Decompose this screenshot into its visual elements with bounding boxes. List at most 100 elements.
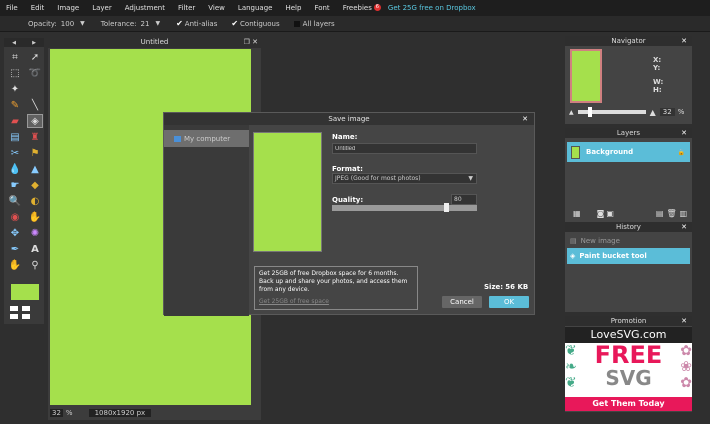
layer-styles-icon[interactable]: ▣ [606, 209, 614, 218]
foreground-color-swatch[interactable] [11, 284, 39, 300]
dodge-tool-icon[interactable]: 🔍 [7, 194, 23, 208]
navigator-zoom-value[interactable]: 32 [659, 108, 675, 116]
smudge-tool-icon[interactable]: ☛ [7, 178, 23, 192]
move-tool-icon[interactable]: ➚ [27, 50, 43, 64]
ok-button[interactable]: OK [489, 296, 529, 308]
layers-panel: Layers ✕ Background 🔒 ▦ ◙ ▣ ▤ 🗑 ▥ [565, 128, 692, 222]
history-close-icon[interactable]: ✕ [681, 222, 687, 232]
quality-input[interactable]: 80 [451, 194, 477, 205]
layer-row-background[interactable]: Background 🔒 [567, 142, 690, 162]
nav-h-label: H: [653, 86, 662, 94]
contiguous-check-icon[interactable]: ✔ [231, 19, 238, 28]
navigator-close-icon[interactable]: ✕ [681, 36, 687, 46]
tolerance-dropdown-icon[interactable]: ▼ [155, 20, 160, 27]
eraser-tool-icon[interactable]: ▰ [7, 114, 23, 128]
swap-colors-icon[interactable] [10, 306, 34, 320]
name-label: Name: [332, 133, 358, 141]
tolerance-value[interactable]: 21 [141, 20, 150, 28]
quality-slider[interactable] [332, 203, 477, 212]
menu-file[interactable]: File [6, 4, 18, 12]
magic-wand-tool-icon[interactable]: ✦ [7, 82, 23, 96]
lock-icon[interactable]: 🔒 [678, 149, 685, 156]
menu-filter[interactable]: Filter [178, 4, 195, 12]
zoom-in-icon[interactable]: ▲ [650, 108, 656, 117]
zoom-out-icon[interactable]: ▲ [569, 109, 574, 116]
dialog-close-icon[interactable]: ✕ [522, 113, 528, 125]
menu-help[interactable]: Help [285, 4, 301, 12]
pinch-tool-icon[interactable]: ✺ [27, 226, 43, 240]
layers-more-icon[interactable]: ▥ [680, 209, 688, 218]
menu-language[interactable]: Language [238, 4, 273, 12]
sidebar-item-my-computer[interactable]: My computer [164, 130, 249, 147]
redeye-tool-icon[interactable]: ◉ [7, 210, 23, 224]
burn-tool-icon[interactable]: ◐ [27, 194, 43, 208]
navigator-zoom-slider[interactable] [577, 107, 646, 117]
marquee-tool-icon[interactable]: ⬚ [7, 66, 23, 80]
drop-tool-icon[interactable]: 💧 [7, 162, 23, 176]
antialias-label[interactable]: Anti-alias [185, 20, 218, 28]
layer-mask-icon[interactable]: ◙ [597, 209, 605, 218]
dropbox-link[interactable]: Get 25G free on Dropbox [388, 4, 476, 12]
all-layers-checkbox[interactable] [293, 20, 300, 27]
collapse-right-icon[interactable]: ▶ [32, 40, 36, 46]
dropbox-promo-box: Get 25GB of free Dropbox space for 6 mon… [254, 266, 418, 310]
menu-font[interactable]: Font [314, 4, 329, 12]
dropbox-promo-link[interactable]: Get 25GB of free space [259, 298, 329, 306]
promotion-ad[interactable]: LoveSVG.com ❦ ❧ ❦ ✿ ❀ ✿ FREE SVG Get Them To… [565, 327, 692, 411]
contiguous-label[interactable]: Contiguous [240, 20, 280, 28]
cancel-button[interactable]: Cancel [442, 296, 482, 308]
history-item-new-image[interactable]: ▤ New image [567, 234, 690, 248]
layers-close-icon[interactable]: ✕ [681, 128, 687, 138]
name-input[interactable] [332, 143, 477, 154]
document-title-bar[interactable]: Untitled ❐ ✕ [48, 37, 261, 48]
bloat-tool-icon[interactable]: ✥ [7, 226, 23, 240]
antialias-check-icon[interactable]: ✔ [176, 19, 183, 28]
zoom-tool-icon[interactable]: ⚲ [27, 258, 43, 272]
sharpen-tool-icon[interactable]: ▲ [27, 162, 43, 176]
picker-tool-icon[interactable]: ✂ [7, 146, 23, 160]
document-footer: 32 % 1080x1920 px [48, 406, 261, 420]
quality-slider-handle[interactable] [444, 203, 449, 212]
menu-edit[interactable]: Edit [31, 4, 45, 12]
opacity-dropdown-icon[interactable]: ▼ [80, 20, 85, 27]
document-zoom[interactable]: 32 [50, 409, 63, 417]
all-layers-label[interactable]: All layers [303, 20, 335, 28]
crop-tool-icon[interactable]: ⌗ [7, 50, 23, 64]
text-tool-icon[interactable]: A [27, 242, 43, 256]
navigator-zoom-handle[interactable] [587, 107, 592, 117]
format-dropdown-icon[interactable]: ▼ [468, 174, 473, 183]
layers-title-bar: Layers ✕ [565, 128, 692, 138]
collapse-left-icon[interactable]: ◀ [12, 40, 16, 46]
menu-image[interactable]: Image [57, 4, 79, 12]
stamp-tool-icon[interactable]: ♜ [27, 130, 43, 144]
pencil-tool-icon[interactable]: ✎ [7, 98, 23, 112]
menu-view[interactable]: View [208, 4, 225, 12]
format-select[interactable]: JPEG (Good for most photos) ▼ [332, 173, 477, 184]
opacity-value[interactable]: 100 [61, 20, 74, 28]
color-picker-tool-icon[interactable]: ✒ [7, 242, 23, 256]
menu-adjustment[interactable]: Adjustment [125, 4, 165, 12]
dialog-title-bar[interactable]: Save image ✕ [164, 113, 534, 125]
menu-freebies[interactable]: Freebies 6 [343, 4, 381, 12]
promotion-close-icon[interactable]: ✕ [681, 316, 687, 326]
gradient-tool-icon[interactable]: ▤ [7, 130, 23, 144]
document-window-controls[interactable]: ❐ ✕ [244, 37, 258, 48]
history-title-bar: History ✕ [565, 222, 692, 232]
leaf-decoration-icon: ❦ ❧ ❦ [565, 343, 577, 391]
menu-bar: File Edit Image Layer Adjustment Filter … [0, 0, 710, 16]
format-label: Format: [332, 165, 363, 173]
delete-layer-icon[interactable]: 🗑 [666, 209, 676, 218]
spot-heal-tool-icon[interactable]: ✋ [27, 210, 43, 224]
lasso-tool-icon[interactable]: ➰ [27, 66, 43, 80]
layer-settings-icon[interactable]: ▦ [573, 209, 581, 218]
sponge-tool-icon[interactable]: ◆ [27, 178, 43, 192]
paint-bucket-tool-icon[interactable]: ◈ [27, 114, 43, 128]
new-layer-icon[interactable]: ▤ [656, 209, 664, 218]
clone-tool-icon[interactable]: ⚑ [27, 146, 43, 160]
menu-layer[interactable]: Layer [92, 4, 112, 12]
hand-tool-icon[interactable]: ✋ [7, 258, 23, 272]
navigator-thumbnail[interactable] [570, 49, 602, 103]
toolbox-header[interactable]: ◀ ▶ [4, 38, 44, 47]
brush-tool-icon[interactable]: ╲ [27, 98, 43, 112]
history-item-paint-bucket[interactable]: ◈ Paint bucket tool [567, 248, 690, 264]
